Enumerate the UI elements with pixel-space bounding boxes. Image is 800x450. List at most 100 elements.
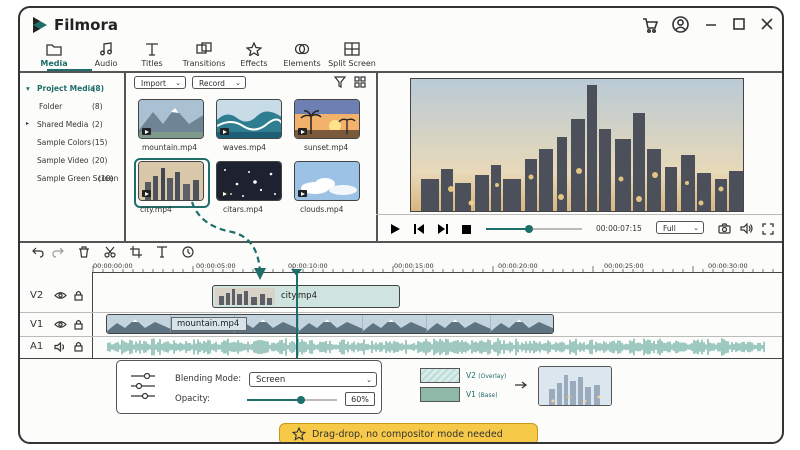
playback-progress-track[interactable] xyxy=(486,225,582,233)
redo-icon[interactable] xyxy=(52,246,64,258)
player-controls-divider xyxy=(376,214,782,215)
tab-transitions[interactable]: Transitions xyxy=(176,42,232,68)
media-thumb-city[interactable] xyxy=(138,161,204,201)
lock-icon[interactable] xyxy=(74,290,83,301)
track-label-a1: A1 xyxy=(30,341,44,352)
opacity-label: Opacity: xyxy=(175,394,210,404)
transitions-icon xyxy=(196,42,212,54)
blending-panel: Blending Mode: Screen ⌄ Opacity: 60% xyxy=(116,360,382,414)
filter-icon[interactable] xyxy=(334,76,346,88)
quality-dropdown[interactable]: Full ⌄ xyxy=(656,221,704,234)
chevron-down-icon: ⌄ xyxy=(693,224,699,232)
app-title: Filmora xyxy=(54,16,118,34)
tab-titles[interactable]: Titles xyxy=(124,42,180,68)
tree-count: (8) xyxy=(92,84,105,93)
tree-count: (2) xyxy=(92,120,103,129)
media-thumb-citars[interactable] xyxy=(216,161,282,201)
next-frame-icon[interactable] xyxy=(438,224,448,234)
blend-result-preview xyxy=(538,366,612,406)
text-t-icon xyxy=(146,43,158,56)
track-label-v1: V1 xyxy=(30,319,44,330)
folder-icon xyxy=(46,44,62,56)
text-tool-icon[interactable] xyxy=(156,246,168,258)
stop-icon[interactable] xyxy=(462,225,471,234)
opacity-value-field[interactable]: 60% xyxy=(345,392,375,406)
lock-icon[interactable] xyxy=(74,319,83,330)
playhead-line xyxy=(296,272,298,358)
crop-icon[interactable] xyxy=(130,246,142,258)
track-separator xyxy=(20,336,782,337)
media-thumb-sunset[interactable] xyxy=(294,99,360,139)
playback-progress-fill xyxy=(486,228,530,230)
track-label-v2: V2 xyxy=(30,290,44,301)
grid-view-icon[interactable] xyxy=(354,76,366,88)
snapshot-camera-icon[interactable] xyxy=(718,223,731,234)
tab-split-screen[interactable]: Split Screen xyxy=(324,42,380,68)
star-outline-icon xyxy=(292,427,306,441)
fullscreen-icon[interactable] xyxy=(762,223,774,235)
media-name: clouds.mp4 xyxy=(300,205,344,214)
elements-icon xyxy=(294,43,310,55)
filmora-logo-icon xyxy=(33,17,47,33)
preview-viewer[interactable] xyxy=(410,78,744,212)
eye-icon[interactable] xyxy=(54,320,67,329)
scissors-icon[interactable] xyxy=(104,246,116,258)
undo-icon[interactable] xyxy=(32,246,44,258)
tree-item-sample-colors[interactable]: Sample Colors xyxy=(37,138,91,147)
delete-icon[interactable] xyxy=(78,246,90,258)
overlay-swatch xyxy=(420,368,460,383)
video-badge-icon xyxy=(142,190,151,197)
close-icon[interactable] xyxy=(760,17,774,31)
tree-collapse-icon[interactable]: ▸ xyxy=(26,120,29,127)
eye-icon[interactable] xyxy=(54,291,67,300)
tree-item-folder[interactable]: Folder xyxy=(39,102,62,111)
tree-count: (8) xyxy=(92,102,103,111)
sidebar-divider xyxy=(124,71,126,241)
clip-name: mountain.mp4 xyxy=(177,319,240,329)
volume-icon[interactable] xyxy=(740,223,753,234)
media-name: mountain.mp4 xyxy=(142,143,197,152)
v2-clip-city[interactable]: city.mp4 xyxy=(212,285,400,308)
opacity-slider-track[interactable] xyxy=(247,396,337,404)
opacity-slider-fill xyxy=(247,399,301,401)
media-thumb-clouds[interactable] xyxy=(294,161,360,201)
speaker-icon[interactable] xyxy=(54,342,67,352)
tab-elements[interactable]: Elements xyxy=(274,42,330,68)
tree-item-sample-video[interactable]: Sample Video xyxy=(37,156,89,165)
blend-mode-dropdown[interactable]: Screen ⌄ xyxy=(249,372,377,387)
drag-arrow-icon xyxy=(190,201,266,280)
opacity-slider-knob[interactable] xyxy=(297,396,305,404)
video-badge-icon xyxy=(298,190,307,197)
record-dropdown[interactable]: Record ⌄ xyxy=(192,76,246,89)
timeline-divider xyxy=(20,241,782,243)
media-divider xyxy=(376,71,378,241)
tab-media[interactable]: Media xyxy=(26,42,82,68)
tree-expand-icon[interactable]: ▾ xyxy=(26,84,30,93)
account-icon[interactable] xyxy=(672,16,689,33)
maximize-icon[interactable] xyxy=(732,17,746,31)
tree-item-project-media[interactable]: Project Media xyxy=(37,84,95,93)
clip-thumbnail xyxy=(215,288,275,305)
adjust-sliders-icon xyxy=(131,372,155,400)
import-dropdown[interactable]: Import ⌄ xyxy=(134,76,186,89)
tree-item-shared-media[interactable]: Shared Media xyxy=(37,120,88,129)
info-banner: Drag-drop, no compositor mode needed xyxy=(279,423,538,442)
previous-frame-icon[interactable] xyxy=(414,224,424,234)
tree-count: (10) xyxy=(98,174,114,183)
track-header-divider xyxy=(92,272,93,358)
play-icon[interactable] xyxy=(390,224,400,234)
track-separator xyxy=(20,358,782,359)
media-thumb-mountain[interactable] xyxy=(138,99,204,139)
media-thumb-waves[interactable] xyxy=(216,99,282,139)
minimize-icon[interactable] xyxy=(704,17,718,31)
playback-scrubber[interactable] xyxy=(525,225,534,233)
chevron-down-icon: ⌄ xyxy=(366,376,372,384)
arrow-right-icon xyxy=(515,381,527,389)
audio-waveform[interactable] xyxy=(106,338,768,356)
cart-icon[interactable] xyxy=(642,17,658,33)
playhead-handle[interactable] xyxy=(291,269,302,277)
app-window: Filmora Media Audio Titles Transitions E… xyxy=(18,6,784,444)
lock-icon[interactable] xyxy=(74,341,83,352)
v1-clip-mountain[interactable]: mountain.mp4 xyxy=(106,314,554,334)
legend-v2-label: V2 (Overlay) xyxy=(466,371,507,380)
